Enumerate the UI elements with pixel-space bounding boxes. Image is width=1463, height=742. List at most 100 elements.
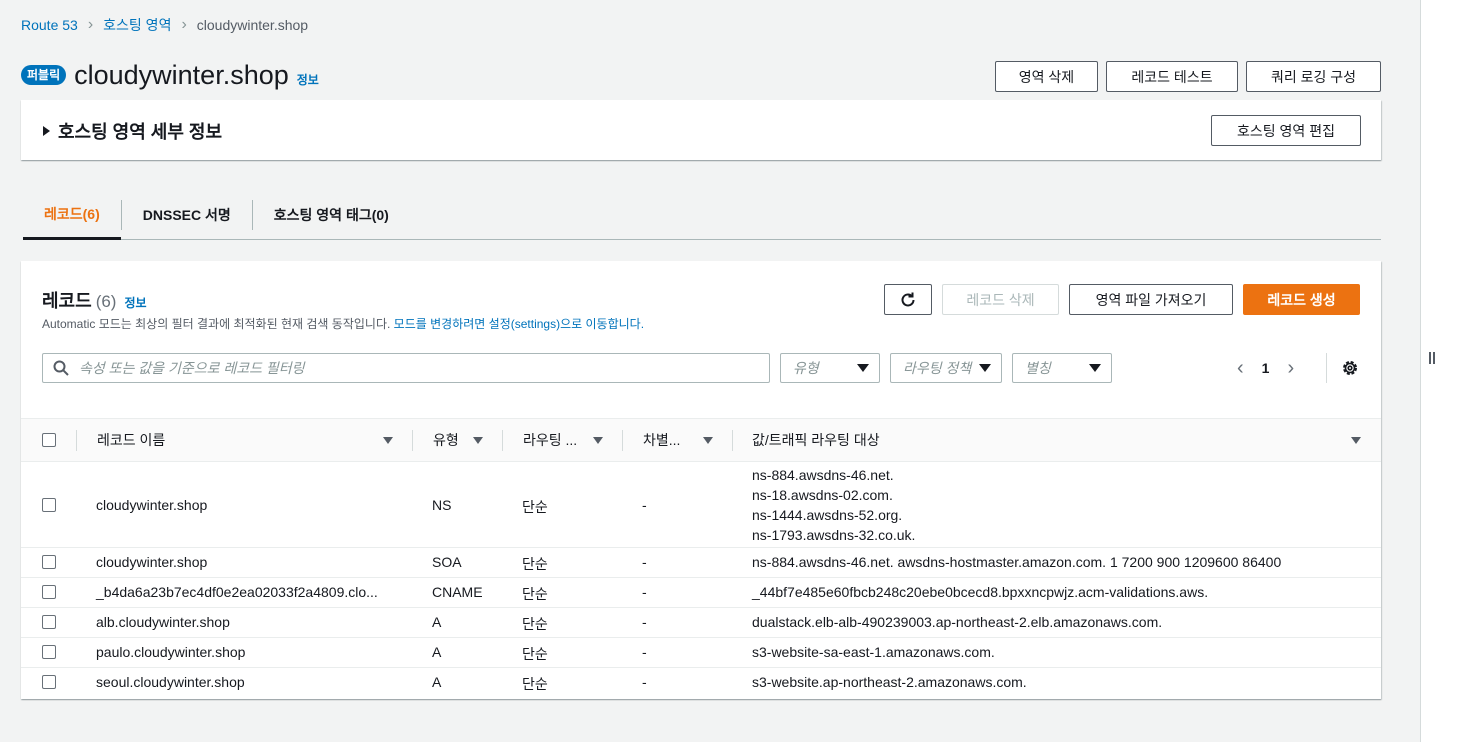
table-row[interactable]: paulo.cloudywinter.shop A 단순 - s3-websit… [21, 638, 1381, 668]
record-value-line: ns-1444.awsdns-52.org. [752, 507, 903, 523]
refresh-button[interactable] [884, 284, 932, 315]
record-diff: - [642, 584, 647, 600]
chevron-left-icon[interactable]: ‹ [1237, 358, 1244, 378]
tab-zone-tags[interactable]: 호스팅 영역 태그(0) [253, 190, 410, 239]
col-routing[interactable]: 라우팅 ... [523, 419, 589, 461]
record-type: CNAME [432, 584, 483, 600]
column-divider [76, 430, 77, 451]
col-type-label: 유형 [433, 432, 459, 448]
record-value: dualstack.elb-alb-490239003.ap-northeast… [752, 614, 1163, 630]
configure-query-logging-button[interactable]: 쿼리 로깅 구성 [1246, 61, 1381, 92]
sort-icon[interactable] [473, 437, 483, 444]
record-name: paulo.cloudywinter.shop [96, 644, 246, 660]
row-checkbox[interactable] [42, 498, 56, 512]
records-description-text: Automatic 모드는 최상의 필터 결과에 최적화된 현재 검색 동작입니… [42, 317, 391, 331]
tab-bar: 레코드(6) DNSSEC 서명 호스팅 영역 태그(0) [23, 190, 1381, 240]
column-divider [412, 430, 413, 451]
column-divider [502, 430, 503, 451]
breadcrumb-route53[interactable]: Route 53 [21, 17, 78, 33]
row-checkbox[interactable] [42, 675, 56, 689]
breadcrumb-hosted-zones[interactable]: 호스팅 영역 [103, 15, 171, 35]
records-heading: 레코드 (6) 정보 [42, 287, 147, 313]
record-name: alb.cloudywinter.shop [96, 614, 230, 630]
tab-dnssec[interactable]: DNSSEC 서명 [122, 190, 252, 239]
caret-right-icon [43, 126, 50, 136]
record-name: cloudywinter.shop [96, 554, 208, 570]
sort-icon[interactable] [383, 437, 393, 444]
record-value: ns-884.awsdns-46.net. awsdns-hostmaster.… [752, 554, 1282, 570]
panel-resize-handle-icon[interactable] [1428, 352, 1436, 364]
record-name: seoul.cloudywinter.shop [96, 674, 245, 690]
row-checkbox[interactable] [42, 555, 56, 569]
breadcrumb-current: cloudywinter.shop [196, 17, 309, 33]
col-value[interactable]: 값/트래픽 라우팅 대상 [752, 419, 1252, 461]
search-icon [53, 360, 69, 376]
records-table-header: 레코드 이름 유형 라우팅 ... 차별... 값/트래픽 라우팅 대상 [21, 418, 1381, 462]
select-all-checkbox[interactable] [42, 433, 56, 447]
record-routing: 단순 [522, 556, 548, 572]
record-type: A [432, 644, 442, 660]
hosted-zone-details-toggle[interactable]: 호스팅 영역 세부 정보 [43, 118, 222, 144]
caret-down-icon [1089, 364, 1101, 372]
records-search-input[interactable] [77, 359, 727, 377]
table-row[interactable]: cloudywinter.shop SOA 단순 - ns-884.awsdns… [21, 548, 1381, 578]
table-row[interactable]: _b4da6a23b7ec4df0e2ea02033f2a4809.clo...… [21, 578, 1381, 608]
tab-records[interactable]: 레코드(6) [23, 190, 121, 240]
record-name: _b4da6a23b7ec4df0e2ea02033f2a4809.clo... [96, 584, 378, 600]
edit-hosted-zone-button[interactable]: 호스팅 영역 편집 [1211, 115, 1361, 146]
page-title: cloudywinter.shop [74, 59, 289, 90]
import-zone-file-button[interactable]: 영역 파일 가져오기 [1069, 284, 1233, 315]
record-type: A [432, 614, 442, 630]
page-header: 퍼블릭 cloudywinter.shop 정보 [21, 58, 319, 92]
table-row[interactable]: seoul.cloudywinter.shop A 단순 - s3-websit… [21, 668, 1381, 698]
pager-divider [1326, 353, 1327, 383]
test-record-button[interactable]: 레코드 테스트 [1106, 61, 1238, 92]
type-filter-select[interactable]: 유형 [780, 353, 880, 383]
row-checkbox[interactable] [42, 645, 56, 659]
record-routing: 단순 [522, 646, 548, 662]
row-checkbox[interactable] [42, 615, 56, 629]
record-diff: - [642, 674, 647, 690]
type-filter-label: 유형 [793, 360, 819, 376]
public-badge: 퍼블릭 [21, 65, 67, 85]
record-value: _44bf7e485e60fbcb248c20ebe0bcecd8.bpxxnc… [752, 584, 1209, 600]
col-record-name[interactable]: 레코드 이름 [97, 419, 387, 461]
records-count: (6) [95, 292, 117, 311]
alias-filter-select[interactable]: 별칭 [1012, 353, 1112, 383]
settings-link[interactable]: 모드를 변경하려면 설정(settings)으로 이동합니다. [394, 317, 644, 331]
record-value: s3-website-sa-east-1.amazonaws.com. [752, 644, 995, 660]
alias-filter-label: 별칭 [1025, 360, 1051, 376]
header-info-link[interactable]: 정보 [297, 71, 319, 88]
record-type: A [432, 674, 442, 690]
hosted-zone-details-title: 호스팅 영역 세부 정보 [58, 122, 223, 142]
col-value-label: 값/트래픽 라우팅 대상 [752, 432, 880, 448]
routing-policy-filter-select[interactable]: 라우팅 정책 [890, 353, 1002, 383]
table-row[interactable]: cloudywinter.shop NS 단순 - ns-884.awsdns-… [21, 462, 1381, 548]
sort-icon[interactable] [703, 437, 713, 444]
records-title: 레코드 [42, 291, 92, 311]
row-checkbox[interactable] [42, 585, 56, 599]
delete-record-button[interactable]: 레코드 삭제 [942, 284, 1059, 315]
col-differentiator[interactable]: 차별... [643, 419, 693, 461]
side-panel [1420, 0, 1463, 742]
breadcrumb: Route 53 › 호스팅 영역 › cloudywinter.shop [21, 16, 308, 34]
record-routing: 단순 [522, 586, 548, 602]
gear-icon[interactable] [1341, 359, 1359, 377]
records-info-link[interactable]: 정보 [124, 294, 146, 311]
delete-zone-button[interactable]: 영역 삭제 [995, 61, 1098, 92]
sort-icon[interactable] [1351, 437, 1361, 444]
column-divider [732, 430, 733, 451]
table-row[interactable]: alb.cloudywinter.shop A 단순 - dualstack.e… [21, 608, 1381, 638]
sort-icon[interactable] [593, 437, 603, 444]
current-page[interactable]: 1 [1262, 360, 1270, 376]
record-routing: 단순 [522, 676, 548, 692]
column-divider [622, 430, 623, 451]
records-panel: 레코드 (6) 정보 Automatic 모드는 최상의 필터 결과에 최적화된… [21, 261, 1381, 699]
create-record-button[interactable]: 레코드 생성 [1243, 284, 1360, 315]
record-type: NS [432, 497, 452, 513]
refresh-icon [901, 292, 915, 306]
col-routing-label: 라우팅 ... [523, 432, 578, 448]
hosted-zone-details-panel: 호스팅 영역 세부 정보 호스팅 영역 편집 [21, 100, 1381, 160]
chevron-right-icon: › [87, 16, 94, 33]
chevron-right-icon[interactable]: › [1287, 358, 1294, 378]
